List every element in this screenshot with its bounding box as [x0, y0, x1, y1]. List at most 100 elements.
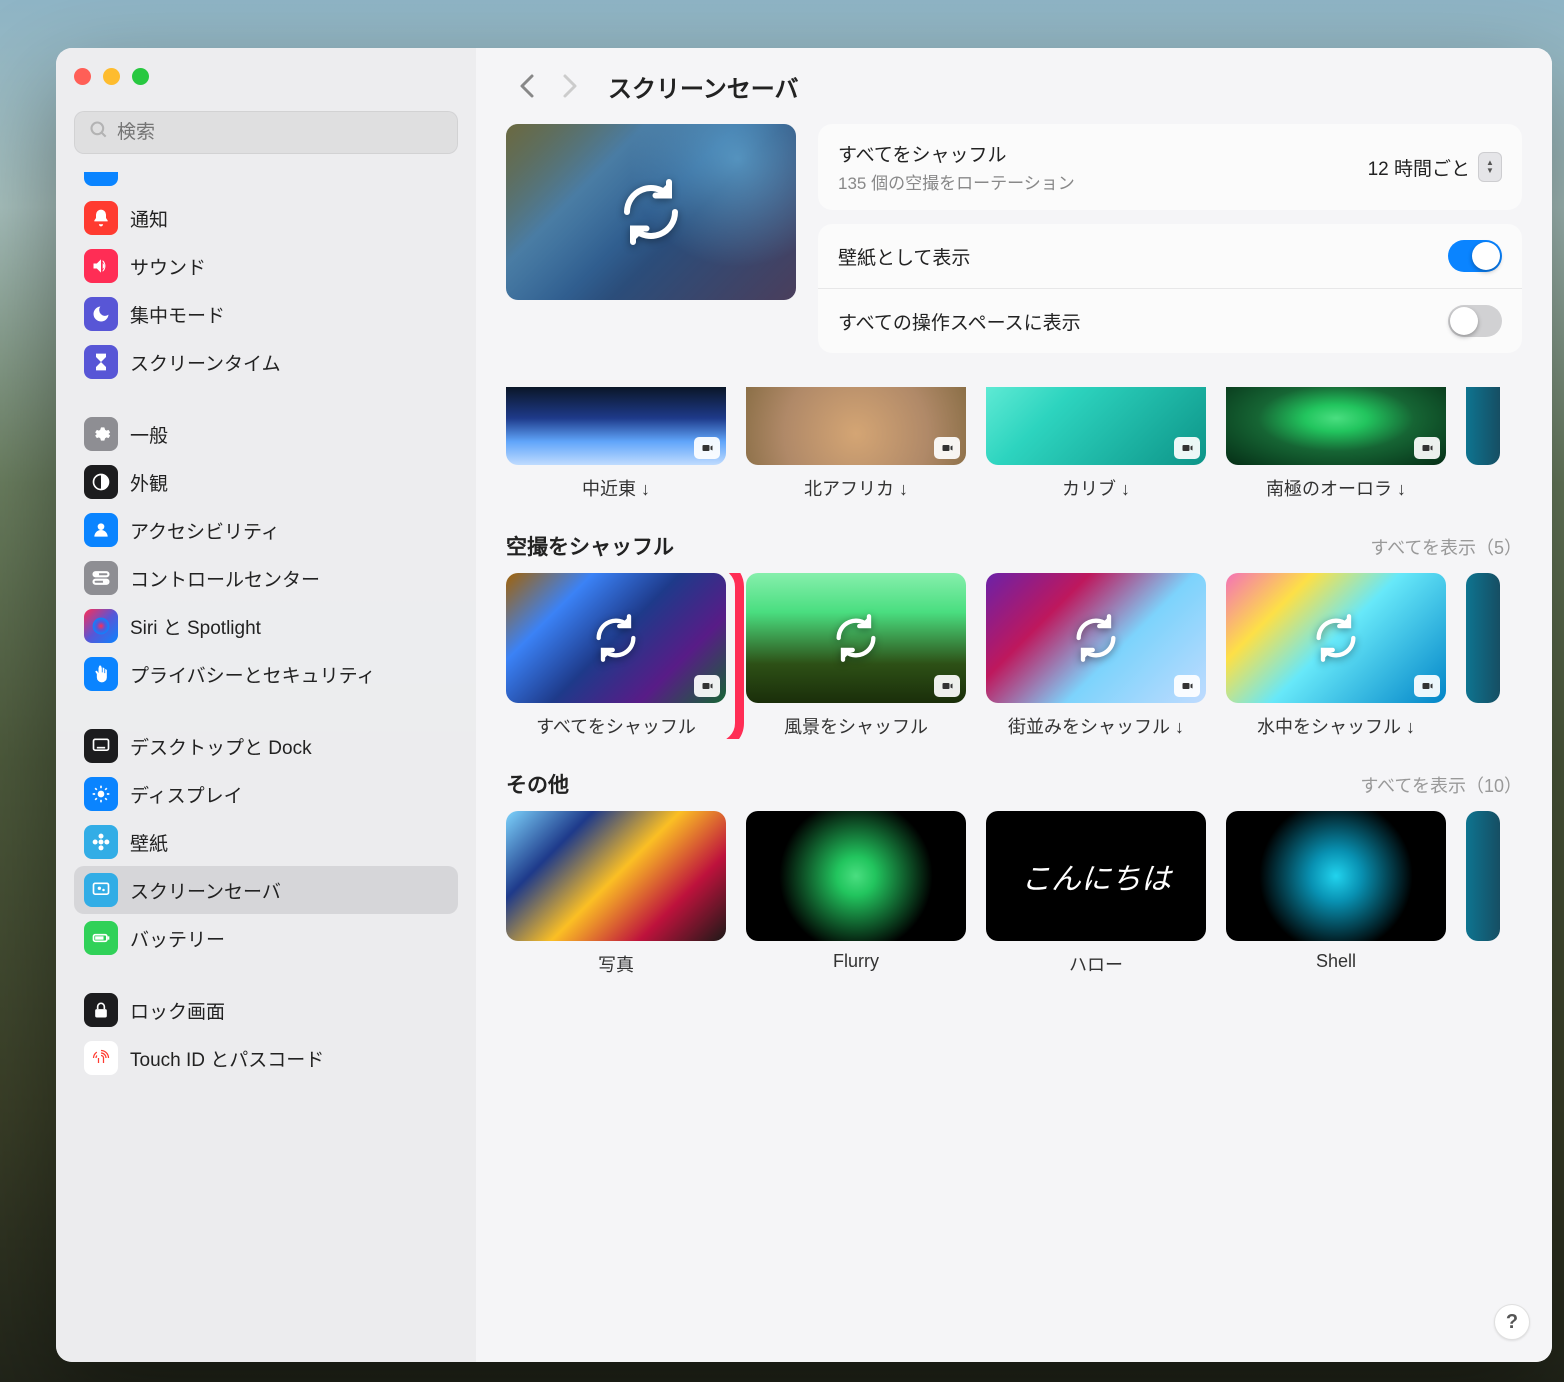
settings-window: 通知サウンド集中モードスクリーンタイム一般外観アクセシビリティコントロールセンタ… [56, 48, 1552, 1362]
fullscreen-window[interactable] [132, 68, 149, 85]
shuffle-row: すべてをシャッフル 135 個の空撮をローテーション 12 時間ごと ▲▼ [818, 124, 1522, 210]
video-badge-icon [1174, 675, 1200, 697]
screensaver-card[interactable]: こんにちはハロー [986, 811, 1206, 977]
minimize-window[interactable] [103, 68, 120, 85]
card-label: 写真 [506, 951, 726, 977]
screensaver-card[interactable]: 中近東 ↓ [506, 387, 726, 501]
sidebar-item[interactable]: サウンド [74, 242, 458, 290]
current-screensaver-thumb[interactable] [506, 124, 796, 300]
sidebar-item[interactable]: 外観 [74, 458, 458, 506]
sidebar-item-label: 外観 [130, 469, 168, 496]
allspaces-toggle[interactable] [1448, 305, 1502, 337]
battery-icon [84, 921, 118, 955]
screensaver-card[interactable]: 街並みをシャッフル ↓ [986, 573, 1206, 739]
allspaces-label: すべての操作スペースに表示 [838, 308, 1081, 335]
hourglass-icon [84, 345, 118, 379]
card-label: 街並みをシャッフル ↓ [986, 713, 1206, 739]
others-section: その他 すべてを表示（10） 写真FlurryこんにちはハローShell [506, 769, 1522, 977]
screensaver-card[interactable]: カリブ ↓ [986, 387, 1206, 501]
screensaver-card[interactable]: 写真 [506, 811, 726, 977]
sidebar-item[interactable]: スクリーンセーバ [74, 866, 458, 914]
sidebar-item[interactable]: 集中モード [74, 290, 458, 338]
card-thumb [746, 387, 966, 465]
sidebar-item[interactable]: スクリーンタイム [74, 338, 458, 386]
shuffle-icon [1310, 612, 1362, 664]
sidebar-item[interactable]: ロック画面 [74, 986, 458, 1034]
video-badge-icon [1174, 437, 1200, 459]
screensaver-card[interactable]: Shell [1226, 811, 1446, 977]
sidebar-item-label: スクリーンセーバ [130, 877, 281, 904]
sidebar-item[interactable]: デスクトップと Dock [74, 722, 458, 770]
shuffle-icon [590, 612, 642, 664]
person-icon [84, 513, 118, 547]
hero-row: すべてをシャッフル 135 個の空撮をローテーション 12 時間ごと ▲▼ 壁紙… [506, 124, 1522, 367]
search-box[interactable] [74, 111, 458, 154]
card-label: Shell [1226, 951, 1446, 972]
card-label: カリブ ↓ [986, 475, 1206, 501]
video-badge-icon [1414, 437, 1440, 459]
screensaver-card[interactable]: 北アフリカ ↓ [746, 387, 966, 501]
screensaver-card[interactable]: 風景をシャッフル [746, 573, 966, 739]
sidebar-item[interactable]: 一般 [74, 410, 458, 458]
screensaver-card[interactable]: Flurry [746, 811, 966, 977]
card-thumb [746, 573, 966, 703]
sidebar-item-label: 一般 [130, 421, 168, 448]
sidebar-item-label: アクセシビリティ [130, 517, 280, 544]
card-label: 南極のオーロラ ↓ [1226, 475, 1446, 501]
traffic-lights [74, 68, 458, 85]
sidebar-item-label: 集中モード [130, 301, 225, 328]
sidebar-item[interactable]: Touch ID とパスコード [74, 1034, 458, 1082]
sidebar: 通知サウンド集中モードスクリーンタイム一般外観アクセシビリティコントロールセンタ… [56, 48, 476, 1362]
card-label: ハロー [986, 951, 1206, 977]
card-label: 風景をシャッフル [746, 713, 966, 739]
forward-button[interactable] [550, 66, 590, 106]
partial-row [74, 172, 458, 186]
sidebar-item[interactable]: アクセシビリティ [74, 506, 458, 554]
sidebar-item-label: スクリーンタイム [130, 349, 281, 376]
card-thumb [746, 811, 966, 941]
card-thumb: こんにちは [986, 811, 1206, 941]
allspaces-row: すべての操作スペースに表示 [818, 289, 1522, 353]
search-input[interactable] [117, 122, 443, 144]
show-all-link[interactable]: すべてを表示（5） [1370, 534, 1522, 560]
sidebar-item-label: ディスプレイ [130, 781, 243, 808]
card-thumb [506, 573, 726, 703]
sidebar-item[interactable]: プライバシーとセキュリティ [74, 650, 458, 698]
sidebar-item[interactable]: コントロールセンター [74, 554, 458, 602]
sidebar-item[interactable]: Siri と Spotlight [74, 602, 458, 650]
screensaver-card[interactable]: すべてをシャッフル [506, 573, 726, 739]
video-badge-icon [694, 675, 720, 697]
wallpaper-toggle[interactable] [1448, 240, 1502, 272]
interval-stepper[interactable]: 12 時間ごと ▲▼ [1368, 152, 1502, 182]
partial-card [1466, 811, 1500, 941]
card-label: すべてをシャッフル [506, 713, 726, 739]
help-button[interactable]: ? [1494, 1304, 1530, 1340]
content-area: すべてをシャッフル 135 個の空撮をローテーション 12 時間ごと ▲▼ 壁紙… [476, 124, 1552, 1362]
card-label: 水中をシャッフル ↓ [1226, 713, 1446, 739]
sidebar-item[interactable]: 通知 [74, 194, 458, 242]
appearance-icon [84, 465, 118, 499]
sidebar-item-label: サウンド [130, 253, 206, 280]
sidebar-item[interactable]: 壁紙 [74, 818, 458, 866]
sidebar-item-label: プライバシーとセキュリティ [130, 661, 375, 688]
flower-icon [84, 825, 118, 859]
back-button[interactable] [506, 66, 546, 106]
stepper-arrows-icon[interactable]: ▲▼ [1478, 152, 1502, 182]
page-title: スクリーンセーバ [608, 69, 799, 104]
show-all-link[interactable]: すべてを表示（10） [1360, 772, 1522, 798]
screensaver-card[interactable]: 水中をシャッフル ↓ [1226, 573, 1446, 739]
wallpaper-row: 壁紙として表示 [818, 224, 1522, 289]
screensaver-card[interactable]: 南極のオーロラ ↓ [1226, 387, 1446, 501]
partial-section: 中近東 ↓ 北アフリカ ↓ カリブ ↓ 南極のオーロラ ↓ [506, 387, 1522, 501]
shuffle-section: 空撮をシャッフル すべてを表示（5） すべてをシャッフル風景をシャッフル街並みを… [506, 531, 1522, 739]
video-badge-icon [1414, 675, 1440, 697]
sidebar-item[interactable]: ディスプレイ [74, 770, 458, 818]
close-window[interactable] [74, 68, 91, 85]
card-label: 中近東 ↓ [506, 475, 726, 501]
sidebar-item[interactable]: バッテリー [74, 914, 458, 962]
gear-icon [84, 417, 118, 451]
dock-icon [84, 729, 118, 763]
card-label: 北アフリカ ↓ [746, 475, 966, 501]
sidebar-item-label: Siri と Spotlight [130, 613, 261, 640]
sidebar-item-label: ロック画面 [130, 997, 225, 1024]
